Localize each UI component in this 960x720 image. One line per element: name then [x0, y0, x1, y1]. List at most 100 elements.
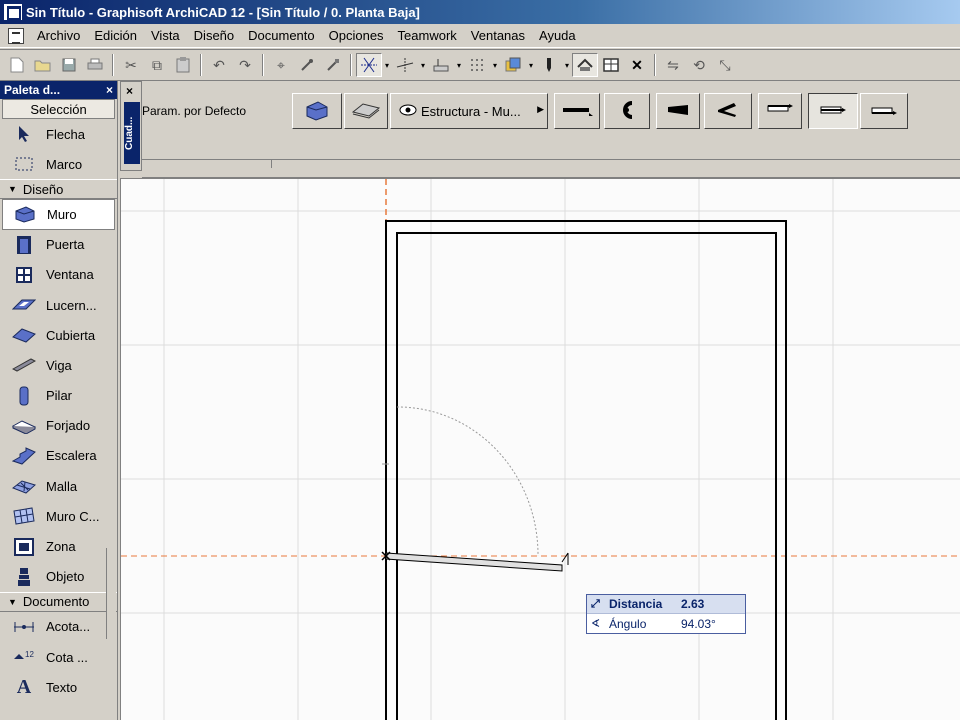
tool-label: Muro: [47, 206, 77, 222]
text-icon: A: [16, 675, 32, 698]
tool-escalera[interactable]: Escalera: [0, 441, 117, 471]
tool-label: Pilar: [46, 388, 73, 404]
tool-ventana[interactable]: Ventana: [0, 260, 117, 290]
open-folder-icon[interactable]: [30, 53, 56, 77]
new-file-icon[interactable]: [4, 53, 30, 77]
menu-documento[interactable]: Documento: [241, 25, 321, 47]
layer-dropdown-icon[interactable]: ▾: [526, 53, 536, 77]
standard-toolbar: ✂ ⧉ ↶ ↷ ⌖ ▾ ▾ ▾ ▾ ▾ ▾ ✕ ⇋ ⟲ ⤡: [0, 49, 960, 81]
pen-set-dropdown-icon[interactable]: ▾: [562, 53, 572, 77]
section-diseno[interactable]: ▼ Diseño: [0, 179, 117, 200]
coordinate-tracker[interactable]: ⤢ Distancia 2.63 ∢ Ángulo 94.03°: [586, 594, 746, 634]
tool-cota-nivel[interactable]: 12 Cota ...: [0, 642, 117, 672]
pen-set-icon[interactable]: [536, 53, 562, 77]
layer-combination-icon[interactable]: [500, 53, 526, 77]
structure-dropdown[interactable]: Estructura - Mu... ▶: [390, 93, 548, 129]
tool-label: Escalera: [46, 448, 97, 464]
structure-label: Estructura - Mu...: [421, 103, 521, 119]
tool-viga[interactable]: Viga: [0, 350, 117, 380]
tool-lucernario[interactable]: Lucern...: [0, 290, 117, 320]
archicad-app-icon[interactable]: [4, 4, 22, 20]
tool-label: Cota ...: [46, 649, 88, 665]
menu-ventanas[interactable]: Ventanas: [464, 25, 532, 47]
tool-cubierta[interactable]: Cubierta: [0, 320, 117, 350]
document-icon[interactable]: [8, 27, 24, 44]
floor-plan-canvas[interactable]: [120, 178, 960, 720]
tool-label: Viga: [46, 357, 72, 373]
tool-zona[interactable]: Zona: [0, 531, 117, 561]
close-icon[interactable]: ×: [126, 84, 133, 98]
tool-puerta[interactable]: Puerta: [0, 230, 117, 260]
tool-flecha[interactable]: Flecha: [0, 119, 117, 149]
wall-settings-button[interactable]: [292, 93, 342, 129]
tool-label: Malla: [46, 478, 78, 494]
tool-forjado[interactable]: Forjado: [0, 411, 117, 441]
gravity-dropdown-icon[interactable]: ▾: [454, 53, 464, 77]
menu-opciones[interactable]: Opciones: [322, 25, 391, 47]
tool-marco[interactable]: Marco: [0, 149, 117, 179]
mirror-icon[interactable]: ⇋: [660, 53, 686, 77]
menu-diseno[interactable]: Diseño: [187, 25, 241, 47]
cut-icon[interactable]: ✂: [118, 53, 144, 77]
trace-reference-icon[interactable]: [572, 53, 598, 77]
rotate-icon[interactable]: ⟲: [686, 53, 712, 77]
tracker-distance-row[interactable]: ⤢ Distancia 2.63: [587, 595, 745, 614]
tool-muro[interactable]: Muro: [2, 199, 115, 230]
undo-icon[interactable]: ↶: [206, 53, 232, 77]
wall-geometry-button[interactable]: [604, 93, 650, 129]
paste-icon[interactable]: [170, 53, 196, 77]
toolbar-divider: [112, 54, 114, 76]
redo-icon[interactable]: ↷: [232, 53, 258, 77]
offset-icon[interactable]: ⤡: [712, 53, 738, 77]
reference-line-button[interactable]: [554, 93, 600, 129]
menu-teamwork[interactable]: Teamwork: [391, 25, 464, 47]
infobox-handle[interactable]: × Cuad...: [120, 81, 142, 171]
tool-texto[interactable]: A Texto: [0, 672, 117, 702]
menu-edicion[interactable]: Edición: [87, 25, 144, 47]
trapezoid-wall-button[interactable]: [656, 93, 700, 129]
tool-label: Lucern...: [46, 297, 97, 313]
toolbar-divider: [654, 54, 656, 76]
polygonal-wall-button[interactable]: [704, 93, 752, 129]
toolbar-divider: [350, 54, 352, 76]
ref-line-center-button[interactable]: [808, 93, 858, 129]
find-select-icon[interactable]: ⌖: [268, 53, 294, 77]
menu-archivo[interactable]: Archivo: [30, 25, 87, 47]
distance-label: Distancia: [609, 597, 663, 611]
inject-syringe-icon[interactable]: [320, 53, 346, 77]
tool-pilar[interactable]: Pilar: [0, 381, 117, 411]
section-documento[interactable]: ▼ Documento: [0, 591, 117, 612]
polygon-wall-icon: [715, 101, 741, 122]
tracker-angle-row[interactable]: ∢ Ángulo 94.03°: [587, 614, 745, 633]
guide-lines-dropdown-icon[interactable]: ▾: [382, 53, 392, 77]
angle-value[interactable]: 94.03°: [681, 617, 741, 631]
gravity-icon[interactable]: [428, 53, 454, 77]
ref-line-inside-button[interactable]: [860, 93, 908, 129]
tool-objeto[interactable]: Objeto: [0, 562, 117, 592]
copy-icon[interactable]: ⧉: [144, 53, 170, 77]
slab-icon: [12, 415, 36, 437]
infobox-scroll-thumb[interactable]: [162, 160, 272, 168]
distance-value[interactable]: 2.63: [681, 597, 741, 611]
ref-line-outside-button[interactable]: [758, 93, 802, 129]
grid-snap-dropdown-icon[interactable]: ▾: [490, 53, 500, 77]
snap-guides-icon[interactable]: [392, 53, 418, 77]
close-view-icon[interactable]: ✕: [624, 53, 650, 77]
tool-label: Flecha: [46, 126, 86, 142]
guide-lines-icon[interactable]: [356, 53, 382, 77]
menu-vista[interactable]: Vista: [144, 25, 187, 47]
floor-layer-button[interactable]: [344, 93, 388, 129]
close-icon[interactable]: ×: [106, 83, 113, 97]
tool-malla[interactable]: Malla: [0, 471, 117, 501]
menu-ayuda[interactable]: Ayuda: [532, 25, 583, 47]
floor-plan-view-icon[interactable]: [598, 53, 624, 77]
tool-acotacion[interactable]: Acota...: [0, 612, 117, 642]
tool-muro-cortina[interactable]: Muro C...: [0, 501, 117, 531]
grid-snap-icon[interactable]: [464, 53, 490, 77]
pick-up-eyedropper-icon[interactable]: [294, 53, 320, 77]
save-icon[interactable]: [56, 53, 82, 77]
print-icon[interactable]: [82, 53, 108, 77]
snap-guides-dropdown-icon[interactable]: ▾: [418, 53, 428, 77]
palette-scrollbar[interactable]: [106, 548, 116, 639]
palette-header[interactable]: Paleta d... ×: [0, 81, 117, 99]
